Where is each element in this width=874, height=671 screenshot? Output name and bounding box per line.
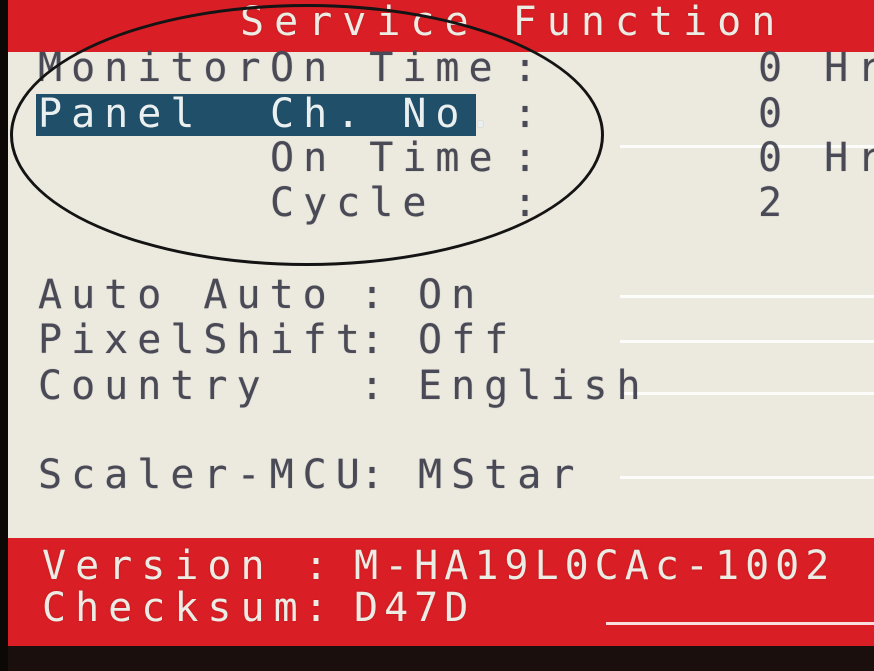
separator: : xyxy=(304,585,338,631)
separator: : xyxy=(304,543,338,589)
divider-line xyxy=(620,476,874,479)
country-value[interactable]: English xyxy=(418,364,650,408)
pixel-shift-value[interactable]: Off xyxy=(418,318,517,362)
separator: : xyxy=(360,317,394,363)
separator: : xyxy=(360,363,394,409)
osd-screen: Service Function Monitor On Time : 0 Hr … xyxy=(8,0,874,671)
screen-bezel xyxy=(8,646,874,671)
auto-auto-label[interactable]: Auto Auto xyxy=(38,273,336,317)
checksum-value: D47D xyxy=(354,585,475,631)
panel-ch-no-value: 0 xyxy=(758,91,792,137)
scaler-mcu-label: Scaler-MCU xyxy=(38,452,369,498)
cycle-value: 2 xyxy=(758,180,792,226)
auto-auto-value[interactable]: On xyxy=(418,273,484,317)
divider-line xyxy=(620,295,874,298)
separator: : xyxy=(360,452,394,498)
pixel-shift-label[interactable]: PixelShift xyxy=(38,318,369,362)
separator: : xyxy=(360,272,394,318)
divider-line xyxy=(620,340,874,343)
checksum-label: Checksum xyxy=(42,585,307,631)
country-label[interactable]: Country xyxy=(38,364,270,408)
scaler-mcu-value: MStar xyxy=(418,452,584,498)
version-value: M-HA19L0CAc-1002 xyxy=(354,543,836,589)
annotation-ellipse xyxy=(10,4,604,266)
divider-line xyxy=(620,392,874,395)
version-label: Version xyxy=(42,543,274,589)
divider-line xyxy=(606,622,874,625)
monitor-on-time-value: 0 Hr xyxy=(758,45,874,91)
panel-on-time-value: 0 Hr xyxy=(758,135,874,181)
